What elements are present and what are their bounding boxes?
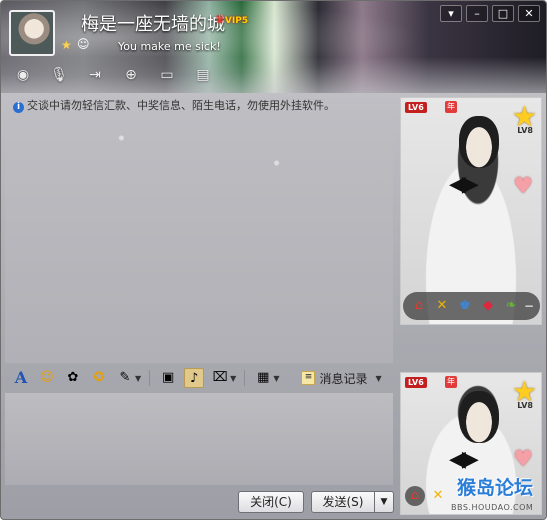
chat-window: 梅是一座无墙的城 ♛VIP5 ★ ☺ You make me sick! ▾ –…	[0, 0, 547, 520]
crown-icon: ♛	[215, 13, 225, 26]
more-icon[interactable]: ▤	[191, 65, 215, 85]
screen-share-icon[interactable]: ▭	[155, 65, 179, 85]
microphone-icon[interactable]: 🎙	[47, 65, 71, 85]
toolbar-separator	[149, 370, 151, 386]
file-transfer-icon[interactable]: ⇥	[83, 65, 107, 85]
heart-icon[interactable]: ♥	[513, 174, 533, 199]
chevron-down-icon: ▼	[375, 373, 382, 383]
shake-icon[interactable]: ✪	[89, 368, 109, 388]
self-profile-panel[interactable]: LV6 年 ★ LV8 ◀▶ ♥ ⌂ ✕ 猴岛论坛 BBS.HOUDAO.COM	[400, 372, 542, 515]
font-icon[interactable]: A	[11, 368, 31, 388]
security-notice-text: 交谈中请勿轻信汇款、中奖信息、陌生电话，勿使用外挂软件。	[27, 99, 335, 112]
message-history-button[interactable]: ≡ 消息记录 ▼	[301, 370, 382, 387]
chevron-down-icon[interactable]: ▼	[273, 374, 279, 383]
level-badge: LV6	[405, 102, 427, 113]
level-badge: LV6	[405, 377, 427, 388]
profile-icon-bar: ⌂ ✕ ♚ ◆ ❧ −	[403, 292, 540, 320]
scribble-icon[interactable]: ✎	[115, 368, 135, 388]
ribbon-icon[interactable]: ✕	[428, 486, 448, 506]
send-button[interactable]: 发送(S)	[311, 491, 375, 513]
vip-badge[interactable]: ♛VIP5	[215, 13, 248, 26]
info-icon: i	[13, 102, 24, 113]
star-level-label: LV8	[517, 126, 533, 135]
status-icon: ☺	[77, 37, 90, 51]
message-history-label: 消息记录	[319, 371, 368, 386]
bowtie-icon: ◀▶	[449, 172, 479, 197]
collapse-icon[interactable]: −	[524, 296, 534, 316]
heart-icon[interactable]: ♥	[513, 447, 533, 472]
close-button[interactable]: 关闭(C)	[238, 491, 304, 513]
magic-expression-icon[interactable]: ✿	[63, 368, 83, 388]
chevron-down-icon[interactable]: ▼	[135, 374, 141, 383]
contact-nickname[interactable]: 梅是一座无墙的城	[81, 10, 225, 36]
window-controls: ▾ – □ ✕	[440, 5, 540, 22]
shirt-icon[interactable]: ♚	[455, 296, 475, 316]
year-badge: 年	[445, 101, 457, 113]
gift-icon[interactable]: ▦	[253, 368, 273, 388]
forum-watermark: 猴岛论坛	[457, 477, 534, 499]
home-icon[interactable]: ⌂	[405, 486, 425, 506]
camera-icon[interactable]: ◉	[11, 65, 35, 85]
add-friend-icon[interactable]: ⊕	[119, 65, 143, 85]
vip-label: VIP5	[224, 16, 249, 26]
contact-profile-panel[interactable]: LV6 年 ★ LV8 ◀▶ ♥ ⌂ ✕ ♚ ◆ ❧ −	[400, 97, 542, 325]
message-display-area[interactable]	[5, 113, 393, 363]
message-input-area[interactable]	[5, 393, 393, 485]
emoji-icon[interactable]: ☺	[37, 368, 57, 388]
leaf-icon[interactable]: ❧	[501, 296, 521, 316]
image-icon[interactable]: ▣	[158, 368, 178, 388]
year-badge: 年	[445, 376, 457, 388]
home-icon[interactable]: ⌂	[409, 296, 429, 316]
screenshot-icon[interactable]: ⌧	[210, 368, 230, 388]
security-notice: i 交谈中请勿轻信汇款、中奖信息、陌生电话，勿使用外挂软件。	[13, 97, 335, 113]
bowtie-icon: ◀▶	[449, 447, 479, 472]
ribbon-icon[interactable]: ✕	[432, 296, 452, 316]
chat-header: 梅是一座无墙的城 ♛VIP5 ★ ☺ You make me sick! ▾ –…	[1, 1, 546, 93]
contact-signature: You make me sick!	[118, 40, 221, 53]
gem-icon[interactable]: ◆	[478, 296, 498, 316]
forum-url: BBS.HOUDAO.COM	[451, 503, 534, 512]
toolbar-separator	[244, 370, 246, 386]
header-toolbar: ◉ 🎙 ⇥ ⊕ ▭ ▤	[11, 65, 215, 85]
chevron-down-icon[interactable]: ▼	[230, 374, 236, 383]
minimize-button[interactable]: –	[466, 5, 488, 22]
chat-toolbar: A ☺ ✿ ✪ ✎ ▼ ▣ ♪ ⌧ ▼ ▦ ▼ ≡ 消息记录 ▼	[5, 365, 397, 391]
contact-avatar[interactable]	[9, 10, 55, 56]
menu-button[interactable]: ▾	[440, 5, 462, 22]
status-star-icon: ★	[61, 38, 72, 52]
profile-icon-bar: ⌂ ✕	[403, 482, 450, 510]
profile-photo	[459, 391, 499, 443]
history-icon: ≡	[301, 371, 316, 385]
music-icon[interactable]: ♪	[184, 368, 205, 388]
send-options-button[interactable]: ▼	[374, 491, 394, 513]
close-window-button[interactable]: ✕	[518, 5, 540, 22]
profile-photo	[459, 116, 499, 168]
star-level-label: LV8	[517, 401, 533, 410]
maximize-button[interactable]: □	[492, 5, 514, 22]
